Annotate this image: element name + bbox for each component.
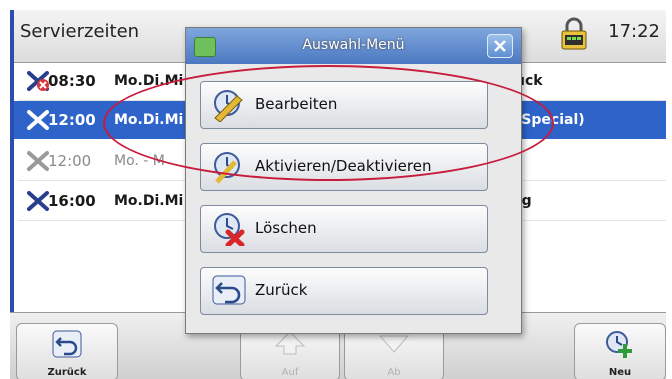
toggle-active-button[interactable]: Aktivieren/Deaktivieren <box>200 143 488 191</box>
dialog-title: Auswahl-Menü <box>302 37 405 53</box>
dialog-titlebar: Auswahl-Menü <box>186 28 521 64</box>
footer-up-label: Auf <box>281 367 299 378</box>
add-schedule-icon <box>606 331 632 358</box>
row-days: Mo.Di.Mi <box>114 193 184 209</box>
delete-button[interactable]: Löschen <box>200 205 488 253</box>
row-days: Mo.Di.Mi <box>114 73 184 89</box>
footer-back-button[interactable]: Zurück <box>16 323 118 379</box>
lock-icon[interactable] <box>559 17 589 51</box>
schedule-disabled-icon <box>27 71 49 91</box>
row-days: Mo. - M <box>114 153 165 169</box>
row-time: 12:00 <box>48 111 96 129</box>
footer-new-button[interactable]: Neu <box>574 323 666 379</box>
toggle-active-label: Aktivieren/Deaktivieren <box>255 157 432 175</box>
row-time: 16:00 <box>48 192 96 210</box>
schedule-icon <box>27 110 49 130</box>
page-title: Servierzeiten <box>20 21 140 42</box>
row-time: 08:30 <box>48 72 96 90</box>
close-icon <box>494 40 506 52</box>
back-arrow-icon <box>52 330 82 358</box>
options-dialog: Auswahl-Menü Bearbeiten Aktivieren/Deakt… <box>185 27 522 334</box>
edit-button[interactable]: Bearbeiten <box>200 81 488 129</box>
screen: Servierzeiten 17:22 08:30 Mo.Di.Mi stück <box>10 10 666 379</box>
dialog-close-button[interactable] <box>487 34 513 58</box>
back-arrow-icon <box>212 275 246 305</box>
row-time: 12:00 <box>48 152 92 170</box>
edit-label: Bearbeiten <box>255 95 338 113</box>
back-label: Zurück <box>255 281 308 299</box>
delete-label: Löschen <box>255 219 317 237</box>
footer-down-label: Ab <box>387 367 401 378</box>
row-days: Mo.Di.Mi <box>114 112 184 128</box>
clock-time: 17:22 <box>608 21 660 42</box>
footer-back-label: Zurück <box>47 367 87 378</box>
schedule-icon <box>27 191 49 211</box>
footer-new-label: Neu <box>608 367 632 378</box>
toggle-schedule-icon <box>214 152 240 184</box>
edit-schedule-icon <box>214 90 243 122</box>
back-button[interactable]: Zurück <box>200 267 488 315</box>
delete-schedule-icon <box>214 213 245 246</box>
schedule-icon <box>27 151 49 171</box>
